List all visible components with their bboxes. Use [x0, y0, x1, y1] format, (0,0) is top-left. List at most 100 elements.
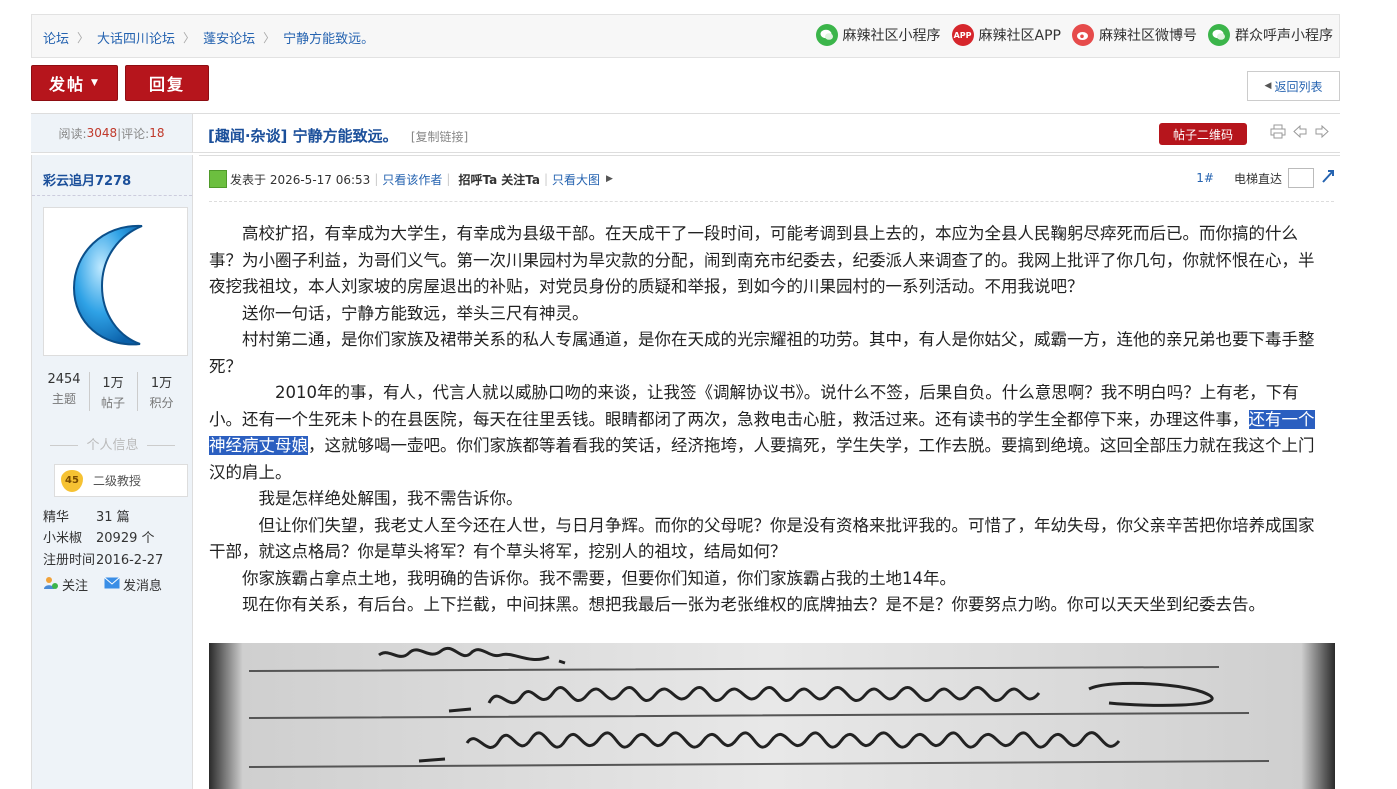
chevron-right-icon: 〉	[263, 31, 276, 45]
divider	[209, 201, 1334, 202]
print-icon[interactable]	[1270, 124, 1286, 143]
go-icon[interactable]	[1320, 168, 1336, 188]
new-post-button[interactable]: 发帖 ▼	[31, 65, 118, 101]
author-name[interactable]: 彩云追月7278	[43, 170, 131, 189]
mail-icon	[104, 576, 120, 593]
post-paragraph: 我是怎样绝处解围，我不需告诉你。	[209, 489, 523, 508]
chevron-right-icon: 〉	[183, 31, 196, 45]
field-value: 2016-2-27	[96, 553, 164, 568]
copy-link-button[interactable]: [复制链接]	[411, 130, 468, 144]
post-time: 发表于 2026-5-17 06:53	[230, 172, 371, 187]
stat-threads[interactable]: 2454 主题	[40, 372, 88, 411]
post-paragraph: 村村第二通，是你们家族及裙带关系的私人专属通道，是你在天成的光宗耀祖的功劳。其中…	[209, 330, 1315, 376]
reply-button[interactable]: 回复	[125, 65, 209, 101]
post-paragraph: 送你一句话，宁静方能致远，举头三尺有神灵。	[209, 303, 589, 323]
back-to-list-label: 返回列表	[1274, 79, 1323, 94]
author-sidebar: 彩云追月7278 2454 主题 1万 帖子 1万 积分 个人信息 45 二级教…	[31, 155, 193, 789]
breadcrumb-forum[interactable]: 论坛	[43, 28, 69, 47]
wechat-icon	[1208, 24, 1230, 46]
page-title: [趣闻·杂谈] 宁静方能致远。	[208, 127, 398, 145]
post-paragraph: 但让你们失望，我老丈人至今还在人世，与日月争辉。而你的父母呢？你是没有资格来批评…	[209, 515, 1315, 562]
caret-right-icon: ▶	[606, 174, 613, 184]
stat-posts[interactable]: 1万 帖子	[88, 372, 137, 411]
chevron-right-icon: 〉	[77, 31, 90, 45]
add-user-icon	[43, 576, 59, 594]
thread-title-row: [趣闻·杂谈] 宁静方能致远。 [复制链接]	[208, 125, 468, 146]
stat-label: 积分	[149, 396, 174, 410]
app-link-label: 麻辣社区微博号	[1099, 28, 1197, 44]
thread-tools	[1264, 124, 1330, 143]
app-link-voice[interactable]: 群众呼声小程序	[1208, 24, 1333, 46]
caret-down-icon: ▼	[91, 78, 100, 88]
post-content: 发表于 2026-5-17 06:53 | 只看该作者 | 招呼Ta 关注Ta …	[199, 155, 1340, 789]
avatar[interactable]	[43, 207, 188, 356]
next-thread-icon[interactable]	[1314, 124, 1330, 143]
field-key: 注册时间	[43, 553, 96, 568]
floor-jump: 1# 电梯直达	[1196, 168, 1336, 188]
read-label: 阅读:	[58, 126, 87, 141]
post-meta: 发表于 2026-5-17 06:53 | 只看该作者 | 招呼Ta 关注Ta …	[209, 170, 613, 188]
separator: |	[543, 172, 548, 186]
divider	[32, 195, 192, 196]
online-status-icon	[209, 170, 227, 188]
separator: |	[446, 172, 451, 186]
message-label: 发消息	[123, 579, 163, 594]
stat-label: 主题	[51, 392, 76, 406]
breadcrumb: 论坛 〉 大话四川论坛 〉 蓬安论坛 〉 宁静方能致远。	[43, 28, 374, 47]
breadcrumb-sichuan[interactable]: 大话四川论坛	[97, 28, 175, 47]
stat-label: 帖子	[100, 396, 125, 410]
stat-value: 1万	[102, 376, 124, 391]
comment-label: |评论:	[117, 126, 150, 141]
app-link-label: 麻辣社区小程序	[842, 28, 941, 44]
only-author-link[interactable]: 只看该作者	[382, 171, 442, 188]
app-link-miniprogram[interactable]: 麻辣社区小程序	[815, 24, 941, 46]
field-value: 20929 个	[96, 531, 155, 546]
comment-count: 18	[149, 126, 165, 140]
wechat-icon	[815, 24, 838, 46]
post-qrcode-button[interactable]: 帖子二维码	[1159, 123, 1247, 145]
field-essence: 精华 31 篇	[43, 506, 130, 525]
elevator-label: 电梯直达	[1233, 171, 1282, 186]
stat-value: 2454	[47, 372, 81, 387]
app-icon: APP	[951, 24, 974, 46]
post-paragraph: 你家族霸占拿点土地，我明确的告诉你。我不需要，但要你们知道，你们家族霸占我的土地…	[209, 568, 956, 588]
post-paragraph: 2010年的事，有人，代言人就以威胁口吻的来谈，让我签《调解协议书》。说什么不签…	[209, 380, 1329, 486]
breadcrumb-thread[interactable]: 宁静方能致远。	[283, 28, 374, 47]
greet-link[interactable]: 招呼Ta	[458, 171, 497, 188]
field-key: 小米椒	[43, 531, 83, 546]
stat-points[interactable]: 1万 积分	[137, 372, 185, 411]
weibo-icon	[1072, 24, 1094, 46]
floor-number[interactable]: 1#	[1196, 171, 1214, 185]
field-key: 精华	[43, 510, 70, 525]
field-value: 31 篇	[96, 510, 130, 525]
medal-icon: 45	[61, 469, 83, 492]
new-post-label: 发帖	[49, 75, 86, 94]
breadcrumb-pengan[interactable]: 蓬安论坛	[203, 28, 255, 47]
follow-author-button[interactable]: 关注	[43, 575, 88, 594]
app-link-label: 麻辣社区APP	[978, 28, 1061, 44]
previous-thread-icon[interactable]	[1292, 124, 1308, 143]
app-links: 麻辣社区小程序 APP 麻辣社区APP 麻辣社区微博号 群众呼声小程序	[805, 24, 1333, 46]
personal-info-title: 个人信息	[40, 434, 185, 453]
follow-link[interactable]: 关注Ta	[501, 171, 540, 188]
author-actions: 关注 发消息	[43, 575, 178, 594]
handwritten-document-image[interactable]	[209, 643, 1335, 789]
post-text: 2010年的事，有人，代言人就以威胁口吻的来谈，让我签《调解协议书》。说什么不签…	[209, 383, 1299, 429]
floor-input[interactable]	[1288, 168, 1314, 188]
field-register-time: 注册时间2016-2-27	[43, 549, 163, 568]
post-text: ，这就够喝一壶吧。你们家族都等着看我的笑话，经济拖垮，人要搞死，学生失学，工作去…	[209, 436, 1315, 482]
thread-header: 阅读: 3048 |评论: 18 [趣闻·杂谈] 宁静方能致远。 [复制链接] …	[31, 113, 1340, 153]
post-paragraph: 高校扩招，有幸成为大学生，有幸成为县级干部。在天成干了一段时间，可能考调到县上去…	[209, 224, 1315, 296]
back-to-list-button[interactable]: ◀ 返回列表	[1247, 71, 1340, 101]
app-link-weibo[interactable]: 麻辣社区微博号	[1072, 24, 1197, 46]
read-count: 3048	[86, 126, 118, 140]
rank-badge: 45 二级教授	[54, 464, 188, 497]
thread-stats: 阅读: 3048 |评论: 18	[31, 114, 193, 152]
big-image-link[interactable]: 只看大图	[552, 171, 600, 188]
app-link-app[interactable]: APP 麻辣社区APP	[951, 24, 1061, 46]
field-pepper: 小米椒 20929 个	[43, 527, 155, 546]
rank-title: 二级教授	[93, 474, 142, 488]
send-message-button[interactable]: 发消息	[104, 575, 162, 594]
follow-label: 关注	[62, 579, 89, 594]
reply-label: 回复	[148, 75, 185, 94]
